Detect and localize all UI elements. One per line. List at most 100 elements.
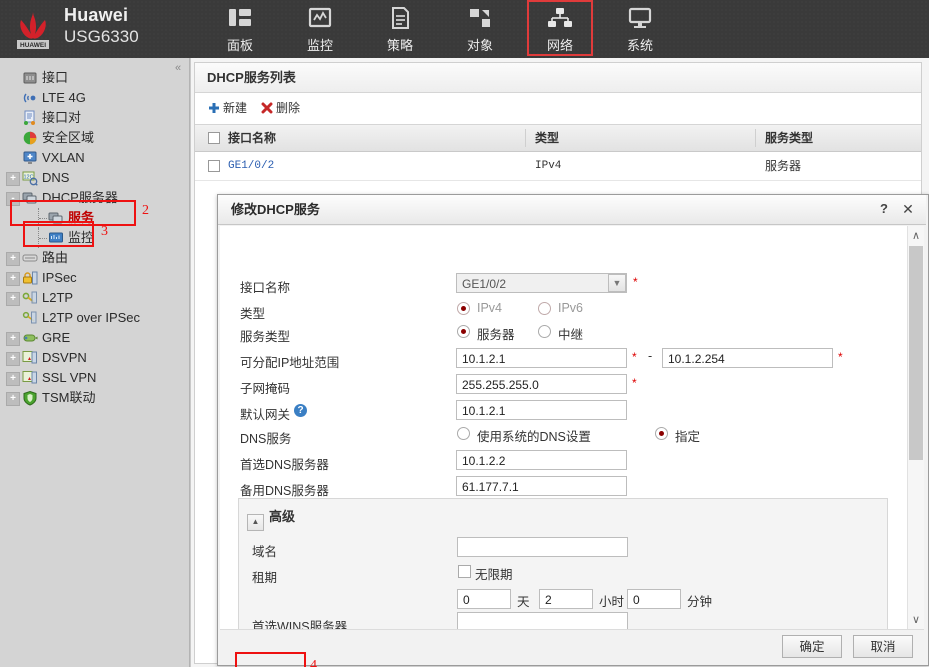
label-ip-range: 可分配IP地址范围: [240, 352, 339, 371]
required-mark: *: [838, 350, 843, 364]
radio-ipv6[interactable]: [538, 302, 551, 315]
label-ipv4: IPv4: [477, 301, 502, 315]
nav-item-policy[interactable]: 策略: [369, 2, 431, 54]
expander-icon[interactable]: +: [6, 272, 20, 286]
dialog-title: 修改DHCP服务: [218, 195, 926, 225]
dialog-scrollbar[interactable]: ∧ ∨: [907, 226, 924, 630]
nav-label-object: 对象: [449, 35, 511, 54]
top-header-bar: HUAWEI Huawei USG6330 面板: [0, 0, 929, 59]
sidebar-label: SSL VPN: [42, 368, 96, 388]
sidebar-item-interface-pair[interactable]: 接口对: [0, 108, 189, 128]
label-dns-system: 使用系统的DNS设置: [477, 426, 591, 445]
expander-icon[interactable]: +: [6, 352, 20, 366]
sidebar-label: 安全区域: [42, 128, 94, 148]
dns-icon: 12C: [22, 170, 38, 186]
interface-name-select[interactable]: GE1/0/2: [456, 273, 627, 293]
sidebar-item-security-zone[interactable]: 安全区域: [0, 128, 189, 148]
sidebar-label: DNS: [42, 168, 69, 188]
table-header-row: 接口名称 类型 服务类型: [195, 124, 921, 152]
expander-icon[interactable]: +: [6, 292, 20, 306]
sidebar-item-lte-4g[interactable]: LTE 4G: [0, 88, 189, 108]
sidebar-item-dhcp-monitor[interactable]: 监控: [0, 228, 189, 248]
subnet-mask-input[interactable]: 255.255.255.0: [456, 374, 627, 394]
select-all-checkbox[interactable]: [208, 132, 220, 144]
radio-dns-specify[interactable]: [655, 427, 668, 440]
nav-item-object[interactable]: 对象: [449, 2, 511, 54]
nav-item-panel[interactable]: 面板: [209, 2, 271, 54]
radio-server[interactable]: [457, 325, 470, 338]
dhcp-service-table: 接口名称 类型 服务类型 GE1/0/2 IPv4 服务器: [195, 124, 921, 181]
sidebar-item-route[interactable]: + 路由: [0, 248, 189, 268]
help-circle-icon[interactable]: ?: [294, 404, 307, 417]
sidebar-item-l2tp-over-ipsec[interactable]: L2TP over IPSec: [0, 308, 189, 328]
radio-ipv4[interactable]: [457, 302, 470, 315]
lease-minutes-input[interactable]: 0: [627, 589, 681, 609]
sidebar-item-dhcp-server[interactable]: - DHCP服务器: [0, 188, 189, 208]
route-icon: [22, 250, 38, 266]
expander-icon[interactable]: +: [6, 332, 20, 346]
expander-icon[interactable]: -: [6, 192, 20, 206]
label-service-type: 服务类型: [240, 326, 290, 345]
primary-dns-input[interactable]: 10.1.2.2: [456, 450, 627, 470]
advanced-toggle[interactable]: ▲高级: [247, 507, 295, 527]
sidebar-item-l2tp[interactable]: + L2TP: [0, 288, 189, 308]
sidebar-label: 监控: [68, 228, 94, 248]
gateway-input[interactable]: 10.1.2.1: [456, 400, 627, 420]
sidebar-item-gre[interactable]: + GRE: [0, 328, 189, 348]
ip-range-start-input[interactable]: 10.1.2.1: [456, 348, 627, 368]
sidebar-item-ipsec[interactable]: + IPSec: [0, 268, 189, 288]
sidebar-item-ssl-vpn[interactable]: + SSL VPN: [0, 368, 189, 388]
l2tp-key-icon: [22, 290, 38, 306]
table-row[interactable]: GE1/0/2 IPv4 服务器: [195, 152, 921, 181]
delete-x-icon: [261, 101, 273, 119]
chevron-down-icon[interactable]: ▼: [608, 274, 626, 292]
sidebar-item-dns[interactable]: + 12C DNS: [0, 168, 189, 188]
delete-button[interactable]: 删除: [261, 99, 300, 117]
scroll-up-icon[interactable]: ∧: [908, 228, 924, 244]
nav-item-system[interactable]: 系统: [609, 2, 671, 54]
sidebar-item-dsvpn[interactable]: + DSVPN: [0, 348, 189, 368]
row-checkbox[interactable]: [208, 160, 220, 172]
brand-name: Huawei: [64, 5, 128, 26]
secondary-dns-input[interactable]: 61.177.7.1: [456, 476, 627, 496]
label-subnet-mask: 子网掩码: [240, 378, 290, 397]
radio-dns-system[interactable]: [457, 427, 470, 440]
nav-item-monitor[interactable]: 监控: [289, 2, 351, 54]
cell-interface-name[interactable]: GE1/0/2: [228, 152, 274, 180]
ok-button[interactable]: 确定: [782, 635, 842, 658]
primary-wins-input[interactable]: [457, 612, 628, 630]
interface-pair-icon: [22, 110, 38, 126]
required-mark: *: [632, 350, 637, 364]
dhcp-service-icon: [48, 210, 64, 226]
radio-relay[interactable]: [538, 325, 551, 338]
help-icon[interactable]: ?: [876, 201, 892, 217]
cancel-button[interactable]: 取消: [853, 635, 913, 658]
lease-hours-input[interactable]: 2: [539, 589, 593, 609]
expander-icon[interactable]: +: [6, 252, 20, 266]
sidebar-label: TSM联动: [42, 388, 95, 408]
label-gateway: 默认网关: [240, 404, 290, 423]
new-button[interactable]: 新建: [208, 99, 247, 117]
sidebar-item-interface[interactable]: 接口: [0, 68, 189, 88]
expander-icon[interactable]: +: [6, 172, 20, 186]
dialog-body: 接口名称 GE1/0/2 ▼ * 类型 IPv4 IPv6 服务类型: [220, 226, 924, 630]
scrollbar-thumb[interactable]: [909, 246, 923, 460]
sidebar-label: VXLAN: [42, 148, 85, 168]
scroll-down-icon[interactable]: ∨: [908, 612, 924, 628]
sidebar-item-tsm[interactable]: + TSM联动: [0, 388, 189, 408]
ip-range-end-input[interactable]: 10.1.2.254: [662, 348, 833, 368]
sidebar-item-dhcp-service[interactable]: 服务: [0, 208, 189, 228]
collapse-up-icon[interactable]: ▲: [247, 514, 264, 531]
interface-icon: [22, 70, 38, 86]
nav-label-network: 网络: [529, 35, 591, 54]
sidebar-item-vxlan[interactable]: VXLAN: [0, 148, 189, 168]
domain-input[interactable]: [457, 537, 628, 557]
nav-item-network[interactable]: 网络: [529, 2, 591, 54]
expander-icon[interactable]: +: [6, 392, 20, 406]
label-interface-name: 接口名称: [240, 277, 290, 296]
lease-unlimited-checkbox[interactable]: [458, 565, 471, 578]
label-dns-service: DNS服务: [240, 428, 291, 447]
expander-icon[interactable]: +: [6, 372, 20, 386]
close-icon[interactable]: ✕: [900, 201, 916, 217]
lease-days-input[interactable]: 0: [457, 589, 511, 609]
